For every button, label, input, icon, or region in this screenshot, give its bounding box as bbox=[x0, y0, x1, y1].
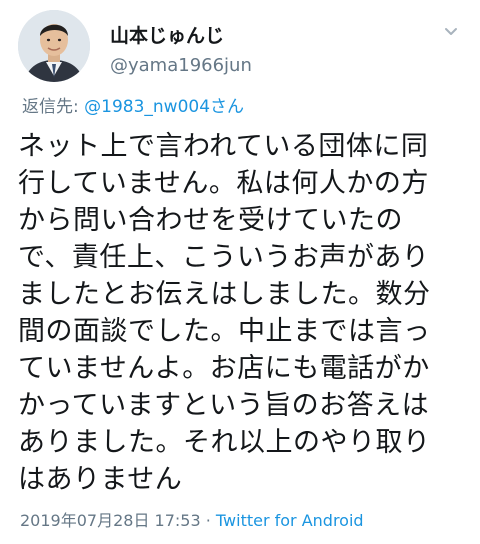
tweet-text-line: 間の面談でした。中止までは言っ bbox=[18, 316, 431, 347]
tweet-text: ネット上で言われている団体に同 行していません。私は何人かの方 から問い合わせを… bbox=[18, 128, 468, 498]
tweet-text-line: かっていますという旨のお答えは bbox=[18, 390, 430, 421]
display-name[interactable]: 山本じゅんじ bbox=[110, 24, 252, 48]
tweet-text-line: はありません bbox=[18, 464, 183, 495]
chevron-down-icon[interactable] bbox=[442, 22, 460, 40]
tweet: 山本じゅんじ @yama1966jun 返信先: @1983_nw004さん ネ… bbox=[0, 0, 480, 544]
tweet-text-line: で、責任上、こういうお声があり bbox=[18, 242, 430, 273]
avatar[interactable] bbox=[18, 10, 90, 82]
tweet-text-line: ましたとお伝えはしました。数分 bbox=[18, 279, 431, 310]
tweet-text-line: ていませんよ。お店にも電話がか bbox=[18, 353, 430, 384]
tweet-text-line: ネット上で言われている団体に同 bbox=[18, 131, 429, 162]
tweet-text-line: から問い合わせを受けていたの bbox=[18, 205, 403, 236]
meta-separator: · bbox=[200, 511, 216, 530]
user-handle[interactable]: @yama1966jun bbox=[110, 54, 252, 78]
reply-to-prefix: 返信先: bbox=[22, 97, 85, 117]
author-block: 山本じゅんじ @yama1966jun bbox=[110, 24, 252, 78]
tweet-text-line: ありました。それ以上のやり取り bbox=[18, 427, 431, 458]
tweet-text-line: 行していません。私は何人かの方 bbox=[18, 168, 429, 199]
tweet-timestamp[interactable]: 2019年07月28日 17:53 bbox=[20, 511, 201, 530]
reply-to-line: 返信先: @1983_nw004さん bbox=[22, 96, 244, 118]
tweet-source-link[interactable]: Twitter for Android bbox=[216, 511, 364, 530]
avatar-image bbox=[18, 10, 90, 82]
tweet-meta: 2019年07月28日 17:53 · Twitter for Android bbox=[20, 510, 364, 532]
tweet-header: 山本じゅんじ @yama1966jun bbox=[18, 10, 462, 86]
reply-to-mention-link[interactable]: @1983_nw004さん bbox=[84, 97, 244, 117]
